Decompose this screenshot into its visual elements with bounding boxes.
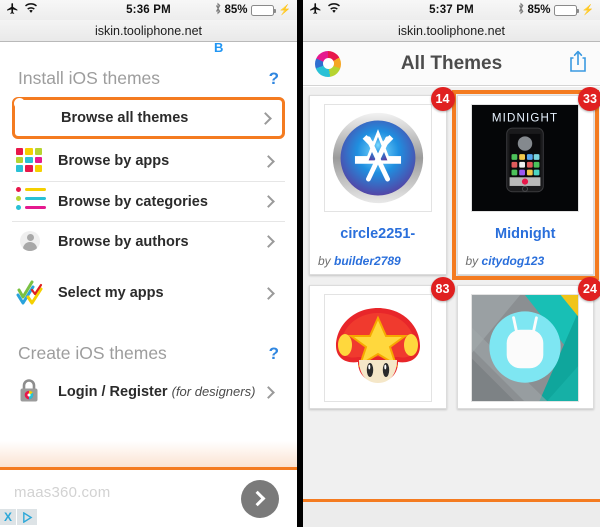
- battery-percent-label: 85%: [224, 4, 248, 16]
- battery-percent-label: 85%: [527, 4, 551, 16]
- svg-text:MIDNIGHT: MIDNIGHT: [492, 112, 558, 124]
- menu-item-label: Browse by authors: [58, 233, 189, 250]
- sidebar-item-browse-by-categories[interactable]: Browse by categories: [12, 181, 285, 221]
- left-screen: 5:36 PM 85% ⚡ iskin.tooliphone.net B Ins…: [0, 0, 297, 527]
- chevron-right-icon: [262, 286, 275, 300]
- theme-thumbnail: [323, 104, 432, 212]
- lightning-bolt-icon: ⚡: [581, 4, 594, 16]
- share-icon[interactable]: [568, 49, 588, 78]
- create-section-header: Create iOS themes ?: [0, 343, 297, 364]
- right-url-bar[interactable]: iskin.tooliphone.net: [303, 20, 600, 42]
- themes-grid: 14 circle2251- by builder2789 33 MIDNIGH…: [309, 87, 600, 409]
- create-help-icon[interactable]: ?: [269, 344, 279, 364]
- swirl-logo-icon: [19, 103, 49, 133]
- chevron-right-icon: [249, 490, 265, 507]
- login-register-sublabel: (for designers): [171, 384, 256, 399]
- advertisement-bar[interactable]: maas360.com X: [0, 467, 297, 527]
- theme-name: circle2251-: [340, 226, 416, 242]
- status-right-icons: 85% ⚡: [214, 2, 291, 18]
- menu-item-label: Login / Register (for designers): [58, 384, 264, 400]
- install-menu: Browse all themes Browse by apps Browse …: [0, 97, 297, 313]
- ad-controls: X: [0, 509, 37, 525]
- chevron-right-icon: [262, 195, 275, 208]
- theme-author: by citydog123: [466, 254, 545, 268]
- checkmarks-icon: [16, 278, 46, 308]
- bottom-orange-strip: [303, 499, 600, 527]
- sidebar-item-login-register[interactable]: Login / Register (for designers): [12, 372, 285, 412]
- midnight-iphone-icon: MIDNIGHT: [472, 105, 579, 211]
- sidebar-item-browse-by-apps[interactable]: Browse by apps: [12, 141, 285, 181]
- ad-close-button[interactable]: X: [0, 509, 16, 525]
- menu-item-label: Browse all themes: [61, 110, 189, 126]
- ad-next-button[interactable]: [241, 479, 279, 518]
- status-badge: 24: [578, 277, 600, 301]
- app-header-bar: All Themes: [303, 42, 600, 86]
- adchoices-triangle-icon[interactable]: [17, 509, 37, 525]
- sidebar-item-browse-by-authors[interactable]: Browse by authors: [12, 221, 285, 261]
- login-register-text: Login / Register: [58, 384, 168, 400]
- install-help-icon[interactable]: ?: [269, 69, 279, 89]
- dual-screenshot-container: 5:36 PM 85% ⚡ iskin.tooliphone.net B Ins…: [0, 0, 600, 527]
- theme-card[interactable]: 83: [309, 277, 455, 409]
- theme-thumbnail: [323, 294, 432, 402]
- status-badge: 83: [430, 277, 455, 301]
- partial-scrolled-text: B: [214, 42, 224, 53]
- chevron-right-icon: [259, 111, 272, 125]
- left-status-bar: 5:36 PM 85% ⚡: [0, 0, 297, 20]
- android-marshmallow-icon: [472, 295, 579, 401]
- by-prefix: by: [465, 254, 482, 268]
- theme-card[interactable]: 14 circle2251- by builder2789: [309, 87, 455, 275]
- page-title: All Themes: [400, 52, 503, 74]
- sidebar-item-browse-all-themes[interactable]: Browse all themes: [12, 97, 285, 139]
- menu-item-label: Select my apps: [58, 285, 164, 301]
- swirl-logo-icon[interactable]: [315, 50, 341, 77]
- right-screen: 5:37 PM 85% ⚡ iskin.tooliphone.net All T…: [303, 0, 600, 527]
- bullet-list-icon: [16, 187, 46, 217]
- themes-grid-container[interactable]: 14 circle2251- by builder2789 33 MIDNIGH…: [303, 87, 600, 499]
- install-section-header: Install iOS themes ?: [0, 68, 297, 89]
- lightning-bolt-icon: ⚡: [278, 4, 291, 16]
- create-section: Create iOS themes ? Login / Register (fo…: [0, 343, 297, 412]
- theme-card[interactable]: 33 MIDNIGHT Midnight by citydog123: [451, 87, 600, 280]
- left-page-content: B Install iOS themes ? Browse all themes: [0, 42, 297, 467]
- menu-item-label: Browse by categories: [58, 193, 208, 210]
- chevron-right-icon: [262, 154, 275, 168]
- theme-name: Midnight: [495, 226, 556, 242]
- theme-thumbnail: MIDNIGHT: [471, 104, 580, 212]
- create-section-title: Create iOS themes: [18, 343, 167, 363]
- battery-icon: [250, 4, 277, 16]
- status-badge: 33: [578, 87, 600, 111]
- by-prefix: by: [318, 254, 335, 268]
- color-grid-icon: [16, 146, 46, 176]
- chevron-right-icon: [262, 235, 275, 248]
- bluetooth-icon: [517, 2, 525, 18]
- lock-icon: [16, 377, 46, 407]
- sidebar-item-select-my-apps[interactable]: Select my apps: [12, 273, 285, 313]
- theme-author: by builder2789: [318, 254, 401, 268]
- chevron-right-icon: [262, 385, 275, 399]
- ad-inner: maas360.com X: [0, 470, 297, 527]
- url-text: iskin.tooliphone.net: [397, 23, 506, 38]
- create-menu: Login / Register (for designers): [0, 372, 297, 412]
- right-status-bar: 5:37 PM 85% ⚡: [303, 0, 600, 20]
- author-name[interactable]: citydog123: [482, 254, 545, 268]
- appstore-icon: [332, 112, 423, 204]
- author-avatar-icon: [16, 227, 46, 257]
- url-text: iskin.tooliphone.net: [94, 23, 203, 38]
- theme-card[interactable]: 24: [456, 277, 600, 409]
- ad-text: maas360.com: [14, 484, 111, 501]
- install-section-title: Install iOS themes: [18, 68, 160, 88]
- menu-item-label: Browse by apps: [58, 153, 170, 169]
- author-name[interactable]: builder2789: [334, 254, 401, 268]
- status-right-icons: 85% ⚡: [517, 2, 594, 18]
- status-badge: 14: [430, 87, 455, 111]
- theme-thumbnail: [471, 294, 580, 402]
- left-url-bar[interactable]: iskin.tooliphone.net: [0, 20, 297, 42]
- mario-mushroom-icon: [335, 308, 420, 383]
- bluetooth-icon: [214, 2, 222, 18]
- battery-icon: [553, 4, 580, 16]
